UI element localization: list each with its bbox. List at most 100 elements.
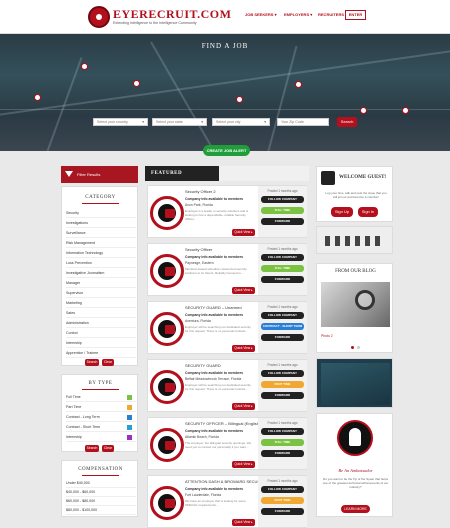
job-type-badge[interactable]: FULL TIME bbox=[261, 207, 304, 214]
follow-company-button[interactable]: FOLLOW COMPANY bbox=[261, 370, 304, 377]
learn-more-button[interactable]: LEARN MORE bbox=[341, 505, 370, 513]
nav-employers[interactable]: EMPLOYERS ▾ bbox=[284, 12, 312, 17]
job-type-badge[interactable]: FULL TIME bbox=[261, 439, 304, 446]
category-item[interactable]: Marketing bbox=[66, 299, 136, 308]
city-select[interactable]: Select your city ▾ bbox=[212, 118, 270, 126]
type-search-button[interactable]: Search bbox=[85, 445, 99, 452]
category-item[interactable]: Surveillance bbox=[66, 229, 136, 238]
category-item[interactable]: Risk Management bbox=[66, 239, 136, 248]
job-card[interactable]: ATTENTION DASH & BROWARD SECURITY PROFES… bbox=[147, 475, 307, 528]
category-search-button[interactable]: Search bbox=[85, 359, 99, 366]
type-label: Contract - Long Term bbox=[66, 415, 100, 419]
magnifier-icon bbox=[355, 290, 375, 310]
forward-button[interactable]: FORWARD bbox=[261, 276, 304, 283]
job-card[interactable]: Security Officer Company info available t… bbox=[147, 243, 307, 296]
category-item[interactable]: Investigations bbox=[66, 219, 136, 228]
forward-button[interactable]: FORWARD bbox=[261, 218, 304, 225]
forward-button[interactable]: FORWARD bbox=[261, 450, 304, 457]
category-item[interactable]: Investigative Journalism bbox=[66, 269, 136, 278]
category-item[interactable]: Internship bbox=[66, 339, 136, 348]
category-item[interactable]: Information Technology bbox=[66, 249, 136, 258]
job-type-badge[interactable]: PART TIME bbox=[261, 381, 304, 388]
type-item[interactable]: Contract - Short Term bbox=[66, 423, 136, 432]
type-item[interactable]: Part Time bbox=[66, 403, 136, 412]
ad-banner[interactable] bbox=[316, 358, 393, 408]
job-card[interactable]: SECURITY OFFICER – Bilingual (English/Sp… bbox=[147, 417, 307, 470]
job-title[interactable]: SECURITY GUARD – Unarmed bbox=[185, 305, 242, 310]
follow-company-button[interactable]: FOLLOW COMPANY bbox=[261, 486, 304, 493]
category-item[interactable]: Apprentice / Trainee bbox=[66, 349, 136, 358]
map-pin-icon[interactable] bbox=[81, 63, 88, 70]
blog-title: FROM OUR BLOG bbox=[335, 269, 376, 274]
search-button[interactable]: Search bbox=[337, 117, 357, 127]
type-clear-button[interactable]: Clear bbox=[102, 445, 114, 452]
job-title[interactable]: Security Officer 2 bbox=[185, 189, 216, 194]
country-select[interactable]: Select your country ▾ bbox=[93, 118, 148, 126]
forward-button[interactable]: FORWARD bbox=[261, 334, 304, 341]
category-clear-button[interactable]: Clear bbox=[102, 359, 114, 366]
welcome-logo-icon bbox=[321, 171, 335, 185]
ambassador-title: Be An Ambassador bbox=[338, 468, 373, 473]
compensation-item[interactable]: $40,000 - $60,000 bbox=[66, 488, 136, 497]
funnel-icon bbox=[65, 171, 73, 177]
type-item[interactable]: Contract - Long Term bbox=[66, 413, 136, 422]
quick-view-button[interactable]: Quick View ▸ bbox=[232, 403, 255, 410]
follow-company-button[interactable]: FOLLOW COMPANY bbox=[261, 428, 304, 435]
category-item[interactable]: Administration bbox=[66, 319, 136, 328]
follow-company-button[interactable]: FOLLOW COMPANY bbox=[261, 196, 304, 203]
category-item[interactable]: Sales bbox=[66, 309, 136, 318]
job-type-badge[interactable]: CONTRACT - SHORT TERM bbox=[261, 323, 304, 330]
map-pin-icon[interactable] bbox=[133, 80, 140, 87]
promo-banner[interactable] bbox=[316, 226, 393, 254]
map-pin-icon[interactable] bbox=[402, 107, 409, 114]
quick-view-button[interactable]: Quick View ▸ bbox=[232, 519, 255, 526]
type-item[interactable]: Full Time bbox=[66, 393, 136, 402]
carousel-dot[interactable] bbox=[357, 346, 360, 349]
job-type-badge[interactable]: PART TIME bbox=[261, 497, 304, 504]
ambassador-card: Be An Ambassador Do you want to be the T… bbox=[316, 413, 393, 517]
security-badge-icon bbox=[150, 196, 184, 230]
category-item[interactable]: Supervisor bbox=[66, 289, 136, 298]
state-select[interactable]: Select your state ▾ bbox=[152, 118, 207, 126]
quick-view-button[interactable]: Quick View ▸ bbox=[232, 287, 255, 294]
sign-in-button[interactable]: Sign In bbox=[358, 207, 378, 217]
create-job-alert-button[interactable]: CREATE JOB ALERT bbox=[203, 145, 250, 156]
compensation-item[interactable]: $60,000 - $80,000 bbox=[66, 497, 136, 506]
type-item[interactable]: Internship bbox=[66, 433, 136, 442]
map-pin-icon[interactable] bbox=[360, 107, 367, 114]
map-pin-icon[interactable] bbox=[295, 81, 302, 88]
forward-button[interactable]: FORWARD bbox=[261, 508, 304, 515]
job-card[interactable]: SECURITY GUARD Company info available to … bbox=[147, 359, 307, 412]
job-title[interactable]: SECURITY GUARD bbox=[185, 363, 221, 368]
job-description: Employer will be searching our dedicated… bbox=[185, 383, 251, 391]
map-pin-icon[interactable] bbox=[34, 94, 41, 101]
quick-view-button[interactable]: Quick View ▸ bbox=[232, 345, 255, 352]
quick-view-button[interactable]: Quick View ▸ bbox=[232, 461, 255, 468]
zip-input[interactable]: Your Zip Code bbox=[277, 118, 329, 126]
follow-company-button[interactable]: FOLLOW COMPANY bbox=[261, 312, 304, 319]
forward-button[interactable]: FORWARD bbox=[261, 392, 304, 399]
category-title: CATEGORY bbox=[85, 195, 116, 200]
category-item[interactable]: Loss Prevention bbox=[66, 259, 136, 268]
compensation-item[interactable]: $80,000 - $100,000 bbox=[66, 506, 136, 515]
job-title[interactable]: Security Officer bbox=[185, 247, 212, 252]
nav-job-seekers[interactable]: JOB SEEKERS ▾ bbox=[245, 12, 277, 17]
nav-recruiters[interactable]: RECRUITERS bbox=[318, 12, 344, 17]
filter-results-header[interactable]: Filter Results bbox=[61, 166, 138, 183]
blog-post-link[interactable]: Photo 2 bbox=[321, 334, 333, 338]
compensation-item[interactable]: Under $40,000 bbox=[66, 479, 136, 488]
category-item[interactable]: Manager bbox=[66, 279, 136, 288]
job-card[interactable]: SECURITY GUARD – Unarmed Company info ava… bbox=[147, 301, 307, 354]
category-item[interactable]: Control bbox=[66, 329, 136, 338]
carousel-dot[interactable] bbox=[351, 346, 354, 349]
blog-image[interactable] bbox=[321, 282, 390, 327]
job-card[interactable]: Security Officer 2 Company info available… bbox=[147, 185, 307, 238]
follow-company-button[interactable]: FOLLOW COMPANY bbox=[261, 254, 304, 261]
map-pin-icon[interactable] bbox=[236, 96, 243, 103]
job-type-badge[interactable]: FULL TIME bbox=[261, 265, 304, 272]
site-logo[interactable]: EYERECRUIT.COM Extending Intelligence to… bbox=[88, 6, 231, 28]
sign-up-button[interactable]: Sign Up bbox=[331, 207, 353, 217]
category-item[interactable]: Security bbox=[66, 209, 136, 218]
quick-view-button[interactable]: Quick View ▸ bbox=[232, 229, 255, 236]
enter-button[interactable]: ENTER bbox=[345, 10, 366, 20]
